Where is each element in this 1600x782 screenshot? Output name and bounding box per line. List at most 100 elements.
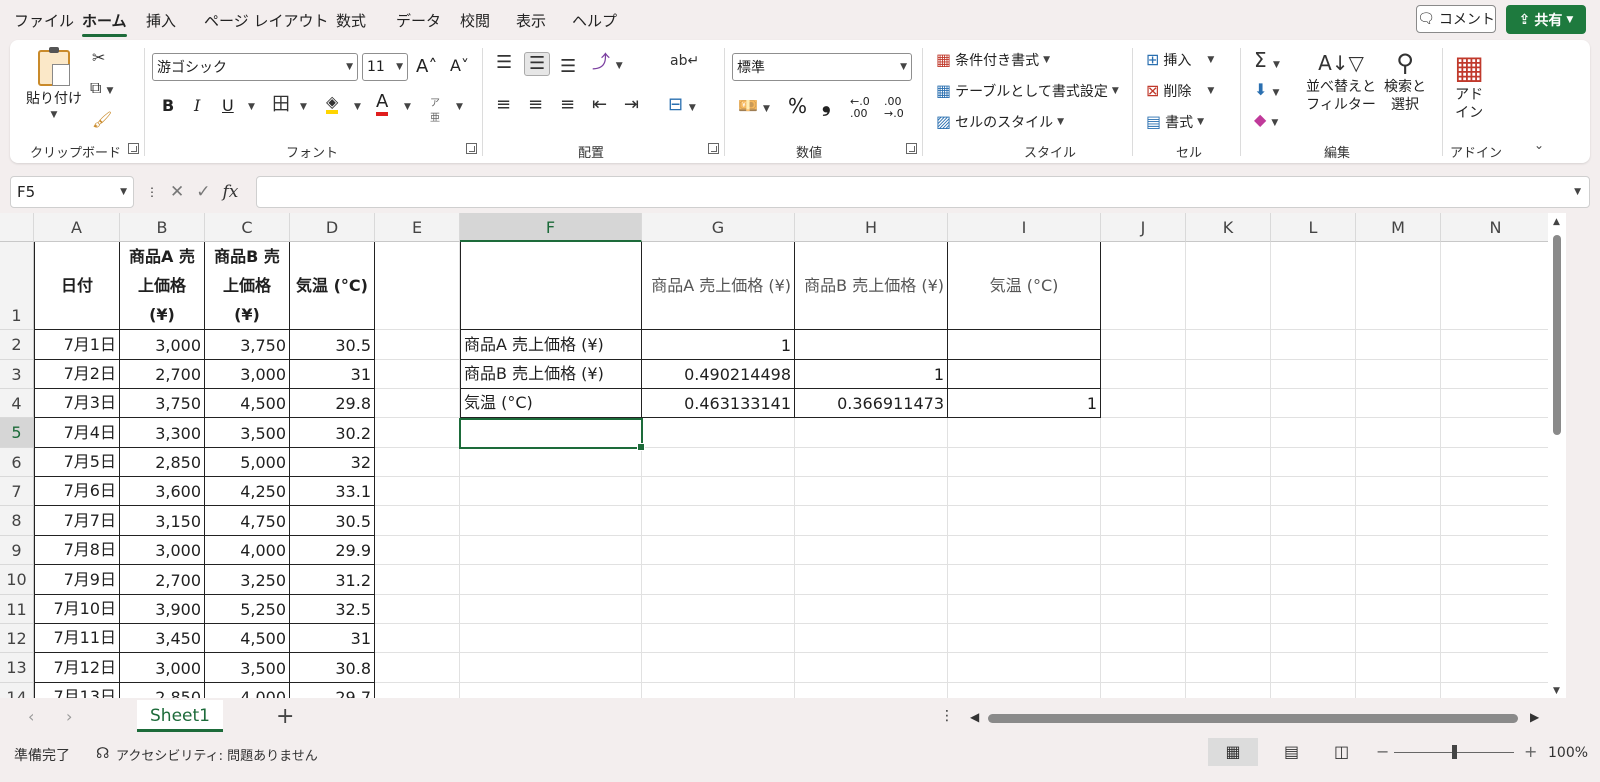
cell[interactable] <box>795 624 948 653</box>
collapse-ribbon-icon[interactable]: ⌄ <box>1534 138 1544 152</box>
column-header-d[interactable]: D <box>290 213 375 242</box>
decrease-decimal-button[interactable]: .00 →.0 <box>884 96 912 120</box>
column-header-m[interactable]: M <box>1356 213 1441 242</box>
cell[interactable] <box>1271 506 1356 536</box>
cell[interactable] <box>1271 624 1356 653</box>
cell-b4[interactable]: 3,750 <box>120 389 205 418</box>
cell[interactable] <box>460 536 642 565</box>
align-top-icon[interactable]: ☰ <box>496 54 512 72</box>
cell[interactable] <box>1271 595 1356 624</box>
cell-i4[interactable]: 1 <box>948 389 1101 418</box>
chevron-down-icon[interactable]: ▼ <box>300 102 307 112</box>
cell[interactable] <box>1356 506 1441 536</box>
column-header-n[interactable]: N <box>1441 213 1548 242</box>
cell[interactable] <box>1186 242 1271 330</box>
more-options-icon[interactable]: ⋮ <box>940 708 954 724</box>
insert-function-button[interactable]: fx <box>223 182 239 202</box>
cell[interactable] <box>375 418 460 448</box>
cell-b3[interactable]: 2,700 <box>120 360 205 389</box>
cell[interactable] <box>642 477 795 506</box>
expand-formula-icon[interactable]: ▼ <box>1574 187 1581 197</box>
cell-c4[interactable]: 4,500 <box>205 389 290 418</box>
cell[interactable] <box>375 477 460 506</box>
cell[interactable] <box>460 418 642 448</box>
cell[interactable] <box>1356 683 1441 698</box>
page-layout-view-icon[interactable]: ▤ <box>1284 742 1299 761</box>
cell[interactable] <box>375 653 460 683</box>
borders-icon[interactable]: 田 <box>272 96 290 114</box>
cell[interactable] <box>375 565 460 595</box>
cell-a13[interactable]: 7月12日 <box>34 653 120 683</box>
cell[interactable] <box>1441 448 1548 477</box>
chevron-down-icon[interactable]: ▼ <box>354 102 361 112</box>
chevron-down-icon[interactable]: ▼ <box>248 102 255 112</box>
decrease-indent-icon[interactable]: ⇤ <box>592 96 607 114</box>
cell[interactable] <box>1441 506 1548 536</box>
cell-d10[interactable]: 31.2 <box>290 565 375 595</box>
cell-b6[interactable]: 2,850 <box>120 448 205 477</box>
more-options-icon[interactable]: ⋮ <box>146 185 158 199</box>
cell[interactable] <box>1441 536 1548 565</box>
column-header-j[interactable]: J <box>1101 213 1186 242</box>
dialog-launcher-icon[interactable] <box>906 143 917 154</box>
menu-insert[interactable]: 挿入 <box>146 10 176 31</box>
cell-d13[interactable]: 30.8 <box>290 653 375 683</box>
cell[interactable] <box>1271 565 1356 595</box>
cell[interactable] <box>795 506 948 536</box>
row-header-14[interactable]: 14 <box>0 683 34 698</box>
worksheet-grid[interactable]: A B C D E F G H I J K L M N 1 2 3 4 5 6 … <box>0 213 1548 698</box>
cell[interactable] <box>1186 330 1271 360</box>
cell[interactable] <box>1356 477 1441 506</box>
cell[interactable] <box>1356 595 1441 624</box>
row-header-11[interactable]: 11 <box>0 595 34 624</box>
cell-b13[interactable]: 3,000 <box>120 653 205 683</box>
insert-cells-button[interactable]: ⊞ 挿入 ▼ <box>1146 50 1214 70</box>
font-color-icon[interactable]: A <box>376 92 389 116</box>
cell[interactable] <box>1186 448 1271 477</box>
cell[interactable] <box>1441 653 1548 683</box>
cell-a11[interactable]: 7月10日 <box>34 595 120 624</box>
cell[interactable] <box>1356 389 1441 418</box>
cell[interactable] <box>1101 595 1186 624</box>
cell[interactable] <box>375 624 460 653</box>
column-header-c[interactable]: C <box>205 213 290 242</box>
cell[interactable] <box>1101 330 1186 360</box>
cell-d4[interactable]: 29.8 <box>290 389 375 418</box>
horizontal-scroll-thumb[interactable] <box>988 714 1518 723</box>
cell[interactable] <box>642 448 795 477</box>
cell[interactable] <box>1356 360 1441 389</box>
cell[interactable] <box>1441 565 1548 595</box>
cell[interactable] <box>1356 624 1441 653</box>
sort-filter-button[interactable]: A↓▽ 並べ替えと フィルター <box>1306 48 1376 114</box>
cell[interactable] <box>1101 653 1186 683</box>
cell[interactable] <box>1441 418 1548 448</box>
chevron-down-icon[interactable]: ▼ <box>404 102 411 112</box>
cell-a9[interactable]: 7月8日 <box>34 536 120 565</box>
vertical-scroll-thumb[interactable] <box>1553 235 1561 435</box>
cell[interactable] <box>1101 624 1186 653</box>
format-cells-button[interactable]: ▤ 書式 ▼ <box>1146 112 1204 132</box>
row-header-6[interactable]: 6 <box>0 448 34 477</box>
cell[interactable] <box>1271 448 1356 477</box>
cell-d8[interactable]: 30.5 <box>290 506 375 536</box>
cell[interactable] <box>1356 448 1441 477</box>
cell[interactable] <box>1441 624 1548 653</box>
underline-button[interactable]: U <box>222 96 234 115</box>
row-header-1[interactable]: 1 <box>0 242 34 330</box>
font-name-select[interactable]: 游ゴシック ▼ <box>152 53 358 81</box>
cell-d3[interactable]: 31 <box>290 360 375 389</box>
orientation-icon[interactable]: ⤴ ▼ <box>592 54 623 72</box>
cell[interactable] <box>795 683 948 698</box>
cell[interactable] <box>1271 242 1356 330</box>
cell[interactable] <box>460 448 642 477</box>
cell-c13[interactable]: 3,500 <box>205 653 290 683</box>
fill-color-icon[interactable]: ◈ <box>326 94 339 114</box>
cell[interactable] <box>1441 595 1548 624</box>
column-header-l[interactable]: L <box>1271 213 1356 242</box>
comma-button[interactable]: ❟ <box>822 92 831 117</box>
formula-input[interactable]: ▼ <box>256 176 1590 208</box>
row-header-5[interactable]: 5 <box>0 418 34 448</box>
cell-a4[interactable]: 7月3日 <box>34 389 120 418</box>
add-ins-button[interactable]: ▦ アド イン <box>1454 48 1484 122</box>
cell[interactable] <box>1271 536 1356 565</box>
